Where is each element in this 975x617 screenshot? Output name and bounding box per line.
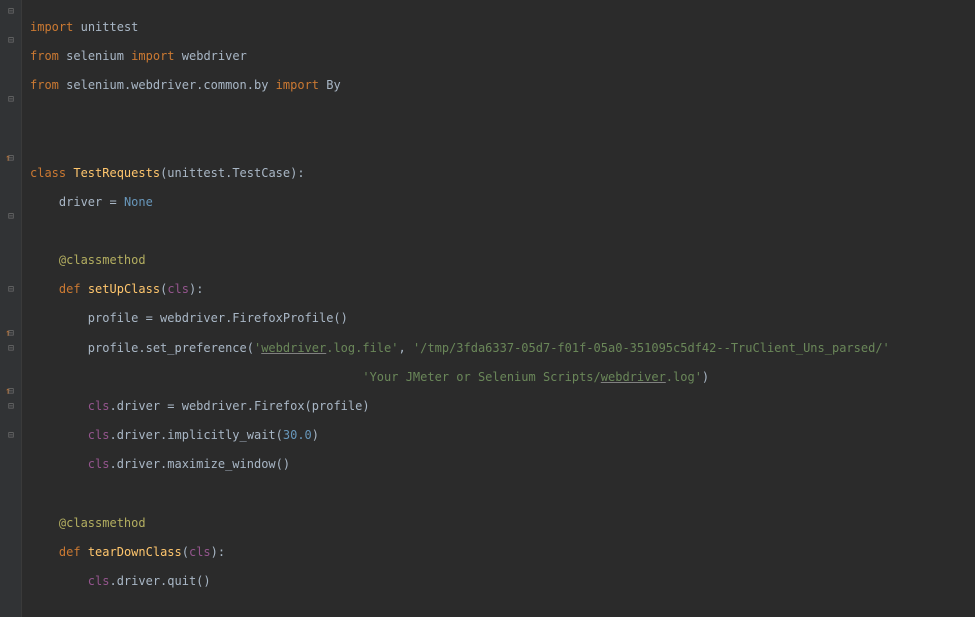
code-line: from selenium import webdriver [30,49,975,64]
code-line: cls.driver.quit() [30,574,975,589]
code-editor[interactable]: import unittest from selenium import web… [22,0,975,617]
fold-marker-icon[interactable]: ⊟ [0,152,22,167]
fold-marker-icon[interactable]: ⊟ [0,5,22,20]
code-line: profile = webdriver.FirefoxProfile() [30,311,975,326]
code-line: cls.driver.maximize_window() [30,457,975,472]
code-line: import unittest [30,20,975,35]
code-line: 'Your JMeter or Selenium Scripts/webdriv… [30,370,975,385]
fold-end-icon[interactable]: ⊟ [0,283,22,298]
fold-end-icon[interactable]: ⊟ [0,210,22,225]
code-line: driver = None [30,195,975,210]
fold-marker-icon[interactable]: ⊟ [0,93,22,108]
fold-marker-icon[interactable]: ⊟ [0,385,22,400]
fold-marker-icon[interactable]: ⊟ [0,34,22,49]
code-line: from selenium.webdriver.common.by import… [30,78,975,93]
fold-end-icon[interactable]: ⊟ [0,342,22,357]
fold-marker-icon[interactable]: ⊟ [0,327,22,342]
def-setupclass: def setUpClass(cls): [30,282,975,297]
code-line: cls.driver = webdriver.Firefox(profile) [30,399,975,414]
def-teardownclass: def tearDownClass(cls): [30,545,975,560]
decorator: @classmethod [30,516,975,531]
fold-end-icon[interactable]: ⊟ [0,400,22,415]
decorator: @classmethod [30,253,975,268]
code-line: profile.set_preference('webdriver.log.fi… [30,341,975,356]
editor-gutter[interactable]: ⊟ ⊟ ⊟ ↑ ⊟ ⊟ ⊟ ↑ ⊟ ⊟ ↑ ⊟ ⊟ ⊟ [0,0,22,617]
class-def: class TestRequests(unittest.TestCase): [30,166,975,181]
code-line: cls.driver.implicitly_wait(30.0) [30,428,975,443]
fold-marker-icon[interactable]: ⊟ [0,429,22,444]
